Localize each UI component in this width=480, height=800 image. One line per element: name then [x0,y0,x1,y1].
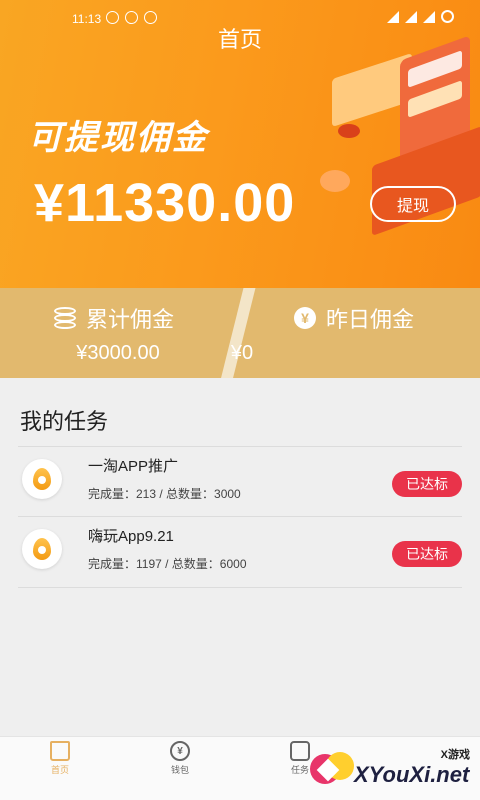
status-badge: 已达标 [392,541,462,567]
watermark-logo [310,750,356,790]
signal-icon [423,10,435,23]
task-app-icon [22,459,62,499]
tab-label: 钱包 [170,765,189,775]
task-name: 一淘APP推广 [88,458,179,475]
withdraw-button[interactable]: 提现 [370,186,456,222]
status-badge: 已达标 [392,471,462,497]
task-app-icon [22,529,62,569]
balance-amount: ¥11330.00 [34,173,296,233]
watermark-small-text: X游戏 [440,749,470,761]
total-commission-label: 累计佣金 [86,307,175,332]
signal-icon [405,10,417,23]
tab-home[interactable]: 首页 [30,741,90,776]
withdrawable-commission-label: 可提现佣金 [28,119,208,157]
task-progress: 完成量：1197 / 总数量：6000 [88,557,247,571]
tab-wallet[interactable]: ¥ 钱包 [150,741,210,776]
yesterday-commission: ¥ 昨日佣金 ¥0 [231,288,480,378]
my-tasks-section: 我的任务 一淘APP推广 完成量：213 / 总数量：3000 已达标 嗨玩Ap… [0,378,480,736]
yesterday-commission-value: ¥0 [230,342,254,364]
task-item[interactable]: 嗨玩App9.21 完成量：1197 / 总数量：6000 已达标 [18,516,462,588]
coins-icon [54,307,76,329]
wallet-icon: ¥ [170,741,190,761]
watermark-big-text: XYouXi.net [354,762,470,787]
section-title: 我的任务 [20,409,109,434]
task-name: 嗨玩App9.21 [88,528,174,545]
home-icon [50,741,70,761]
header-banner: 11:13 首页 可提现佣金 ¥11330.00 提现 [0,0,480,288]
commission-stats: 累计佣金 ¥3000.00 ¥ 昨日佣金 ¥0 [0,288,480,378]
yesterday-commission-label: 昨日佣金 [326,307,415,332]
yen-icon: ¥ [294,307,316,329]
tab-label: 首页 [50,765,69,775]
task-progress: 完成量：213 / 总数量：3000 [88,487,241,501]
wifi-icon [387,10,399,23]
site-watermark: X游戏 XYouXi.net [304,740,480,800]
task-item[interactable]: 一淘APP推广 完成量：213 / 总数量：3000 已达标 [18,446,462,518]
